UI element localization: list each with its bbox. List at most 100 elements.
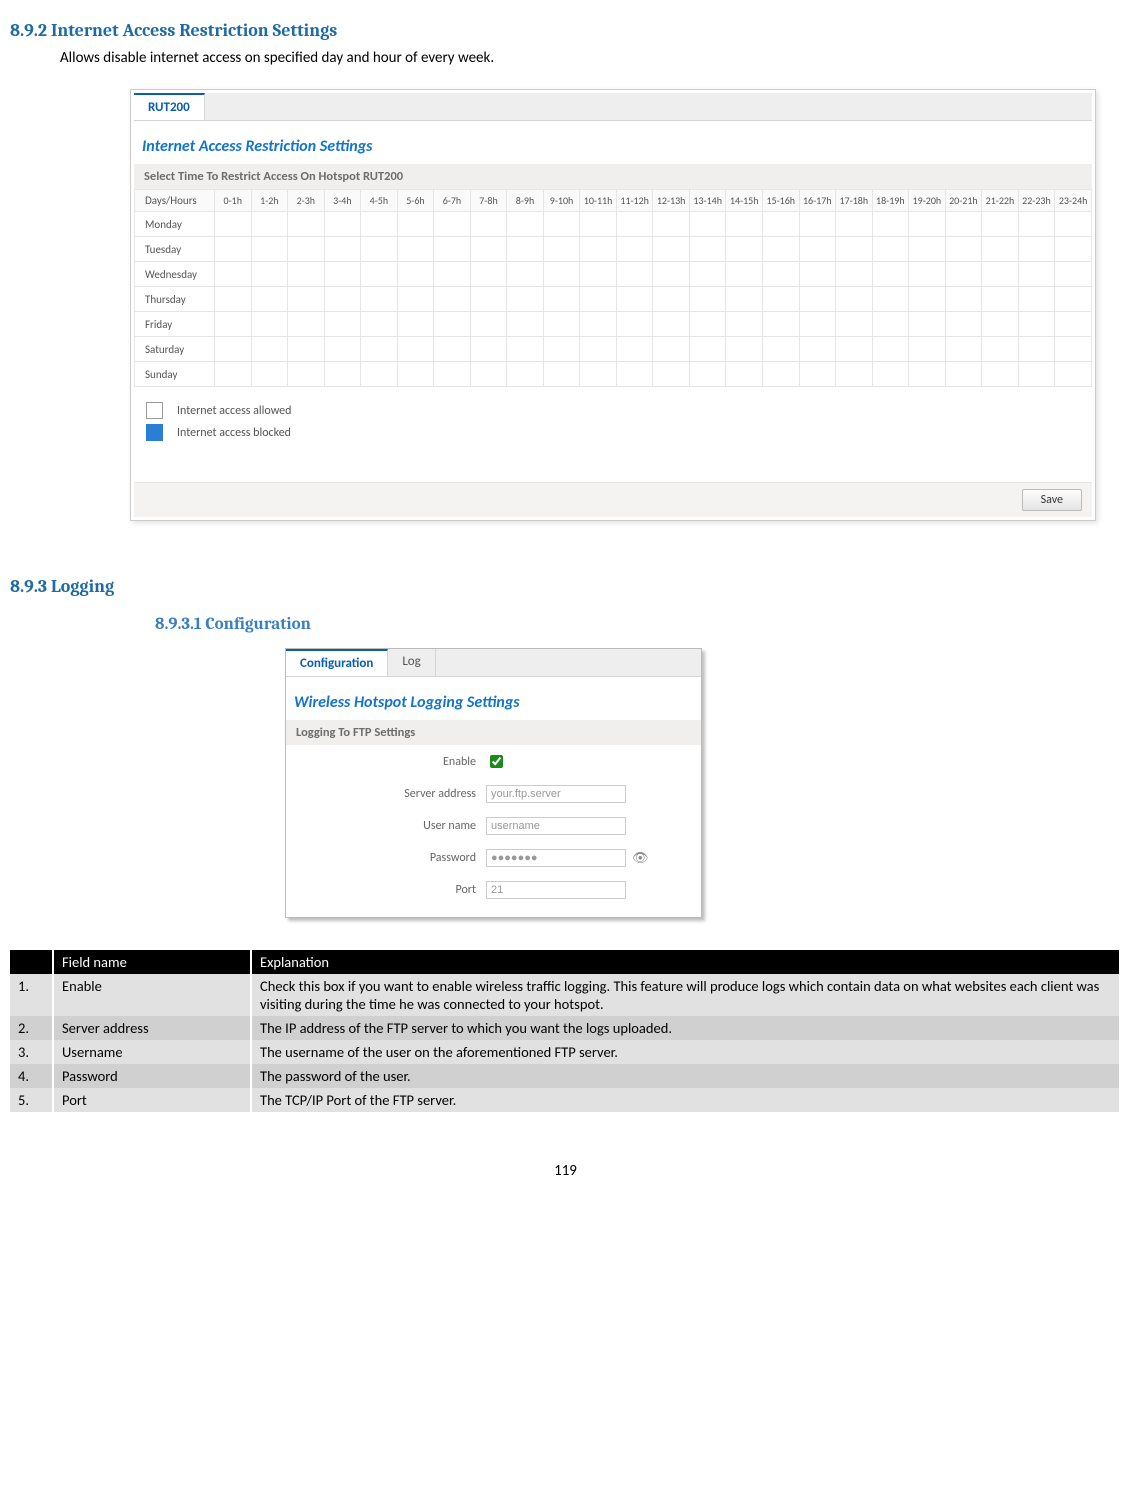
schedule-cell[interactable]: [580, 287, 617, 312]
schedule-cell[interactable]: [434, 362, 471, 387]
checkbox-enable[interactable]: [490, 755, 503, 768]
schedule-cell[interactable]: [580, 237, 617, 262]
schedule-cell[interactable]: [1018, 312, 1055, 337]
schedule-cell[interactable]: [726, 337, 763, 362]
schedule-cell[interactable]: [324, 287, 361, 312]
schedule-cell[interactable]: [397, 287, 434, 312]
schedule-cell[interactable]: [982, 212, 1019, 237]
schedule-cell[interactable]: [799, 212, 836, 237]
schedule-cell[interactable]: [397, 262, 434, 287]
schedule-cell[interactable]: [470, 312, 507, 337]
input-password[interactable]: [486, 849, 626, 867]
schedule-cell[interactable]: [836, 212, 873, 237]
schedule-cell[interactable]: [324, 237, 361, 262]
schedule-cell[interactable]: [580, 262, 617, 287]
schedule-cell[interactable]: [361, 237, 398, 262]
schedule-cell[interactable]: [945, 362, 982, 387]
schedule-cell[interactable]: [689, 212, 726, 237]
schedule-cell[interactable]: [507, 262, 544, 287]
schedule-cell[interactable]: [836, 262, 873, 287]
schedule-cell[interactable]: [543, 262, 580, 287]
schedule-cell[interactable]: [580, 362, 617, 387]
schedule-cell[interactable]: [689, 337, 726, 362]
schedule-cell[interactable]: [251, 262, 288, 287]
schedule-cell[interactable]: [397, 337, 434, 362]
schedule-cell[interactable]: [653, 237, 690, 262]
schedule-cell[interactable]: [288, 237, 325, 262]
schedule-cell[interactable]: [215, 362, 252, 387]
schedule-cell[interactable]: [909, 312, 946, 337]
tab-configuration[interactable]: Configuration: [286, 649, 388, 676]
schedule-cell[interactable]: [982, 287, 1019, 312]
schedule-cell[interactable]: [909, 212, 946, 237]
schedule-cell[interactable]: [507, 362, 544, 387]
schedule-cell[interactable]: [762, 237, 799, 262]
schedule-cell[interactable]: [945, 312, 982, 337]
schedule-cell[interactable]: [762, 287, 799, 312]
schedule-cell[interactable]: [945, 337, 982, 362]
schedule-cell[interactable]: [616, 362, 653, 387]
schedule-cell[interactable]: [982, 237, 1019, 262]
schedule-cell[interactable]: [470, 337, 507, 362]
schedule-cell[interactable]: [762, 337, 799, 362]
schedule-cell[interactable]: [434, 287, 471, 312]
schedule-cell[interactable]: [872, 262, 909, 287]
save-button[interactable]: Save: [1022, 489, 1082, 511]
schedule-cell[interactable]: [507, 212, 544, 237]
schedule-cell[interactable]: [616, 312, 653, 337]
schedule-cell[interactable]: [982, 362, 1019, 387]
schedule-cell[interactable]: [872, 337, 909, 362]
schedule-cell[interactable]: [251, 312, 288, 337]
schedule-cell[interactable]: [251, 337, 288, 362]
schedule-cell[interactable]: [945, 237, 982, 262]
schedule-cell[interactable]: [872, 312, 909, 337]
schedule-cell[interactable]: [653, 262, 690, 287]
tab-rut200[interactable]: RUT200: [134, 93, 205, 120]
schedule-cell[interactable]: [762, 212, 799, 237]
schedule-cell[interactable]: [909, 337, 946, 362]
schedule-cell[interactable]: [1018, 362, 1055, 387]
schedule-cell[interactable]: [507, 237, 544, 262]
schedule-cell[interactable]: [215, 262, 252, 287]
schedule-cell[interactable]: [580, 337, 617, 362]
schedule-cell[interactable]: [324, 262, 361, 287]
schedule-cell[interactable]: [909, 287, 946, 312]
schedule-cell[interactable]: [1055, 312, 1092, 337]
schedule-cell[interactable]: [251, 212, 288, 237]
schedule-cell[interactable]: [1018, 337, 1055, 362]
schedule-cell[interactable]: [397, 312, 434, 337]
schedule-cell[interactable]: [945, 287, 982, 312]
tab-log[interactable]: Log: [388, 649, 435, 676]
schedule-cell[interactable]: [799, 362, 836, 387]
schedule-cell[interactable]: [836, 287, 873, 312]
schedule-cell[interactable]: [470, 262, 507, 287]
schedule-cell[interactable]: [434, 337, 471, 362]
schedule-cell[interactable]: [799, 312, 836, 337]
schedule-cell[interactable]: [397, 237, 434, 262]
schedule-cell[interactable]: [288, 362, 325, 387]
schedule-cell[interactable]: [982, 262, 1019, 287]
schedule-cell[interactable]: [361, 262, 398, 287]
schedule-cell[interactable]: [726, 362, 763, 387]
schedule-cell[interactable]: [1018, 237, 1055, 262]
schedule-cell[interactable]: [361, 212, 398, 237]
schedule-cell[interactable]: [982, 337, 1019, 362]
schedule-cell[interactable]: [1055, 337, 1092, 362]
schedule-cell[interactable]: [726, 262, 763, 287]
schedule-cell[interactable]: [507, 312, 544, 337]
schedule-cell[interactable]: [324, 212, 361, 237]
schedule-cell[interactable]: [872, 212, 909, 237]
schedule-cell[interactable]: [689, 262, 726, 287]
schedule-cell[interactable]: [653, 212, 690, 237]
schedule-cell[interactable]: [872, 362, 909, 387]
schedule-cell[interactable]: [982, 312, 1019, 337]
schedule-cell[interactable]: [470, 362, 507, 387]
schedule-cell[interactable]: [1018, 212, 1055, 237]
schedule-cell[interactable]: [361, 362, 398, 387]
schedule-cell[interactable]: [288, 312, 325, 337]
schedule-cell[interactable]: [616, 237, 653, 262]
schedule-cell[interactable]: [653, 337, 690, 362]
schedule-cell[interactable]: [1055, 212, 1092, 237]
schedule-cell[interactable]: [1055, 287, 1092, 312]
schedule-cell[interactable]: [689, 287, 726, 312]
